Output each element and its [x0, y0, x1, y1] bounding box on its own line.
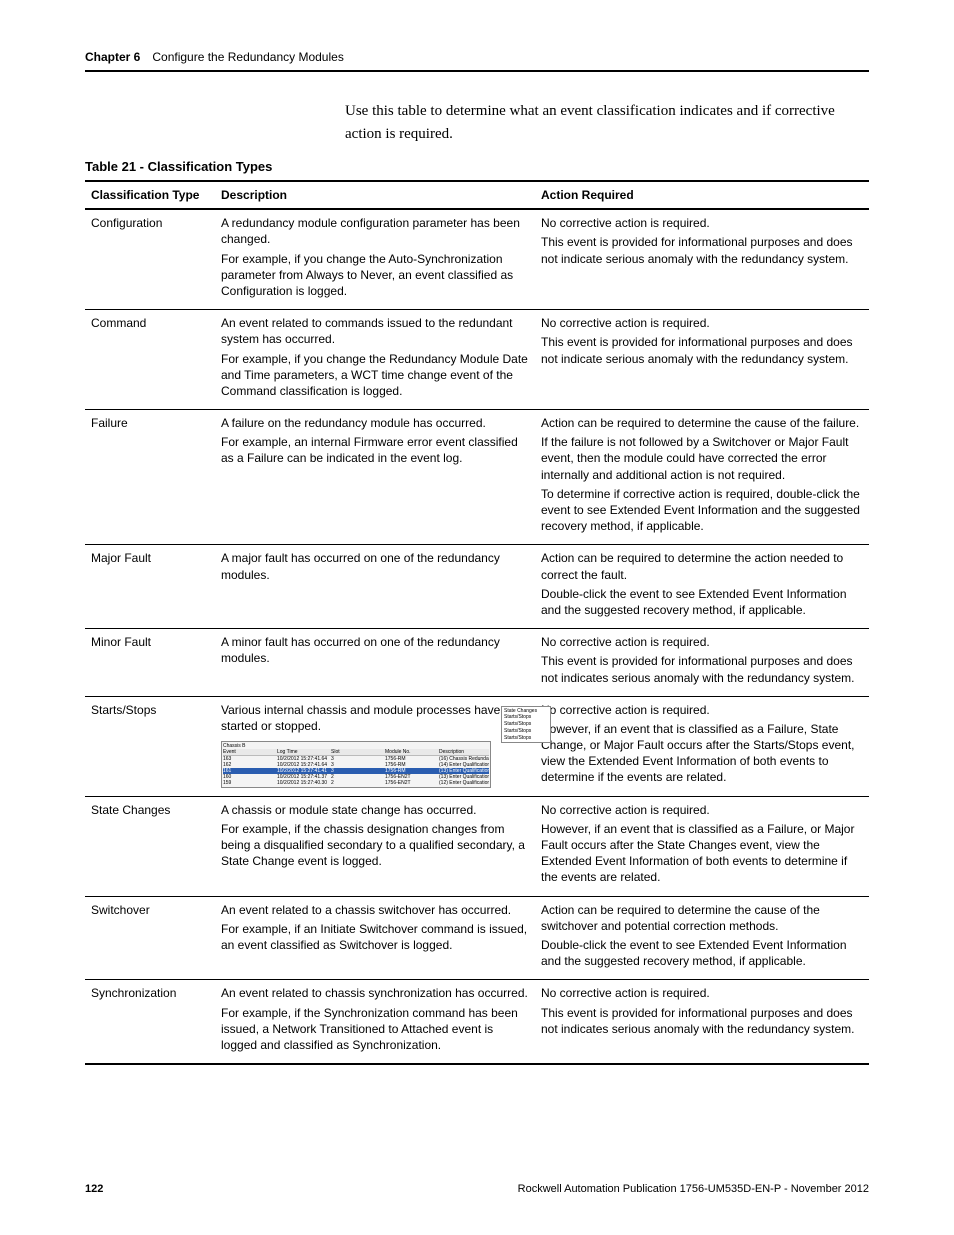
table-row: Minor Fault A minor fault has occurred o…: [85, 629, 869, 697]
cell-action: No corrective action is required.This ev…: [535, 980, 869, 1064]
cell-desc: Various internal chassis and module proc…: [215, 696, 535, 796]
table-caption: Table 21 - Classification Types: [85, 159, 869, 174]
table-row: Synchronization An event related to chas…: [85, 980, 869, 1064]
cell-type: Starts/Stops: [85, 696, 215, 796]
cell-action: Action can be required to determine the …: [535, 410, 869, 545]
col-header-type: Classification Type: [85, 181, 215, 209]
page-footer: 122 Rockwell Automation Publication 1756…: [85, 1183, 869, 1195]
page-number: 122: [85, 1183, 103, 1195]
starts-desc-text: Various internal chassis and module proc…: [221, 702, 529, 734]
cell-action: Action can be required to determine the …: [535, 896, 869, 980]
cell-type: Configuration: [85, 209, 215, 309]
cell-type: Command: [85, 310, 215, 410]
table-row: Configuration A redundancy module config…: [85, 209, 869, 309]
table-row: State Changes A chassis or module state …: [85, 796, 869, 896]
cell-desc: An event related to commands issued to t…: [215, 310, 535, 410]
cell-type: Synchronization: [85, 980, 215, 1064]
chapter-label: Chapter 6: [85, 50, 140, 64]
cell-action: No corrective action is required.This ev…: [535, 310, 869, 410]
cell-desc: A minor fault has occurred on one of the…: [215, 629, 535, 697]
cell-desc: A failure on the redundancy module has o…: [215, 410, 535, 545]
table-row: Switchover An event related to a chassis…: [85, 896, 869, 980]
chapter-title: Configure the Redundancy Modules: [152, 50, 343, 64]
col-header-action: Action Required: [535, 181, 869, 209]
table-row: Starts/Stops Various internal chassis an…: [85, 696, 869, 796]
col-header-desc: Description: [215, 181, 535, 209]
cell-desc: A major fault has occurred on one of the…: [215, 545, 535, 629]
cell-desc: A redundancy module configuration parame…: [215, 209, 535, 309]
cell-action: No corrective action is required.This ev…: [535, 629, 869, 697]
page-header: Chapter 6 Configure the Redundancy Modul…: [85, 50, 869, 72]
embedded-event-log-screenshot: Chassis B Event Log Time Slot Module No.…: [221, 741, 491, 788]
classification-table: Classification Type Description Action R…: [85, 180, 869, 1065]
cell-type: Failure: [85, 410, 215, 545]
cell-type: Switchover: [85, 896, 215, 980]
cell-desc: An event related to a chassis switchover…: [215, 896, 535, 980]
cell-type: Major Fault: [85, 545, 215, 629]
publication-id: Rockwell Automation Publication 1756-UM5…: [518, 1183, 869, 1195]
intro-paragraph: Use this table to determine what an even…: [345, 100, 869, 145]
mini-header-row: Event Log Time Slot Module No. Descripti…: [223, 749, 489, 756]
cell-action: No corrective action is required.However…: [535, 796, 869, 896]
cell-desc: An event related to chassis synchronizat…: [215, 980, 535, 1064]
cell-desc: A chassis or module state change has occ…: [215, 796, 535, 896]
table-header-row: Classification Type Description Action R…: [85, 181, 869, 209]
table-row: Major Fault A major fault has occurred o…: [85, 545, 869, 629]
cell-action: No corrective action is required.However…: [535, 696, 869, 796]
cell-type: State Changes: [85, 796, 215, 896]
table-row: Command An event related to commands iss…: [85, 310, 869, 410]
cell-type: Minor Fault: [85, 629, 215, 697]
cell-action: No corrective action is required.This ev…: [535, 209, 869, 309]
table-row: Failure A failure on the redundancy modu…: [85, 410, 869, 545]
embedded-classification-popup: State ChangesStarts/StopsStarts/StopsSta…: [501, 706, 551, 744]
cell-action: Action can be required to determine the …: [535, 545, 869, 629]
